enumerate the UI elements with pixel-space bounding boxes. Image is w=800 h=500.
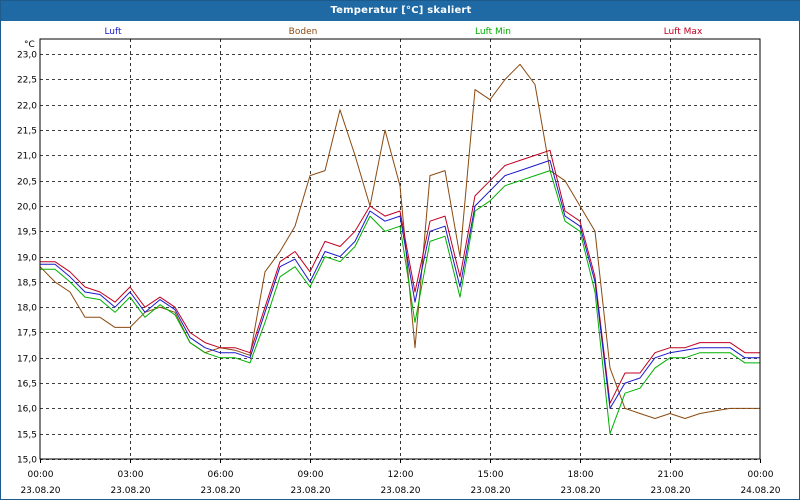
series-line-boden — [39, 63, 760, 419]
y-tick-label: 16,5 — [17, 380, 37, 390]
y-tick-label: 16,0 — [17, 405, 37, 415]
x-tick-date: 23.08.20 — [110, 486, 150, 496]
x-tick-time: 03:00 — [118, 470, 144, 480]
series-line-luft-min — [40, 170, 760, 435]
y-tick-label: 17,0 — [17, 355, 37, 365]
y-tick-label: 22,5 — [17, 76, 37, 86]
y-tick-label: 15,5 — [17, 431, 37, 441]
y-tick-label: 21,5 — [17, 127, 37, 137]
y-tick-label: 19,0 — [17, 254, 37, 264]
x-tick-time: 15:00 — [478, 470, 504, 480]
y-tick-label: 23,0 — [17, 51, 37, 61]
y-tick-label: 15,0 — [17, 456, 37, 466]
legend-luft: Luft — [104, 27, 122, 37]
x-tick-time: 06:00 — [208, 470, 234, 480]
y-tick-label: 17,5 — [17, 329, 37, 339]
x-tick-time: 12:00 — [388, 470, 414, 480]
x-tick-date: 23.08.20 — [470, 486, 510, 496]
y-tick-label: 18,5 — [17, 279, 37, 289]
x-tick-time: 21:00 — [658, 470, 684, 480]
x-tick-date: 23.08.20 — [560, 486, 600, 496]
plot-frame — [39, 38, 761, 460]
x-tick-time: 18:00 — [568, 470, 594, 480]
y-tick-label: 20,0 — [17, 203, 37, 213]
legend-boden: Boden — [289, 27, 318, 37]
y-tick-label: 22,0 — [17, 102, 37, 112]
y-tick-label: 19,5 — [17, 228, 37, 238]
x-tick-time: 09:00 — [298, 470, 324, 480]
y-tick-label: 21,0 — [17, 152, 37, 162]
y-tick-label: 18,0 — [17, 304, 37, 314]
x-tick-time: 00:00 — [748, 470, 774, 480]
legend-luft-max: Luft Max — [664, 27, 703, 37]
x-tick-date: 23.08.20 — [290, 486, 330, 496]
x-tick-date: 24.08.20 — [740, 486, 780, 496]
y-tick-label: 20,5 — [17, 178, 37, 188]
x-tick-date: 23.08.20 — [650, 486, 690, 496]
legend-luft-min: Luft Min — [475, 27, 511, 37]
temperature-chart: 23,0 22,5 22,0 21,5 21,0 20,5 20,0 19,5 19,0 18,5… — [17, 27, 781, 496]
x-tick-time: 00:00 — [28, 470, 54, 480]
x-tick-date: 23.08.20 — [200, 486, 240, 496]
y-axis-unit: °C — [24, 40, 35, 50]
x-tick-date: 23.08.20 — [20, 486, 60, 496]
x-tick-date: 23.08.20 — [380, 486, 420, 496]
